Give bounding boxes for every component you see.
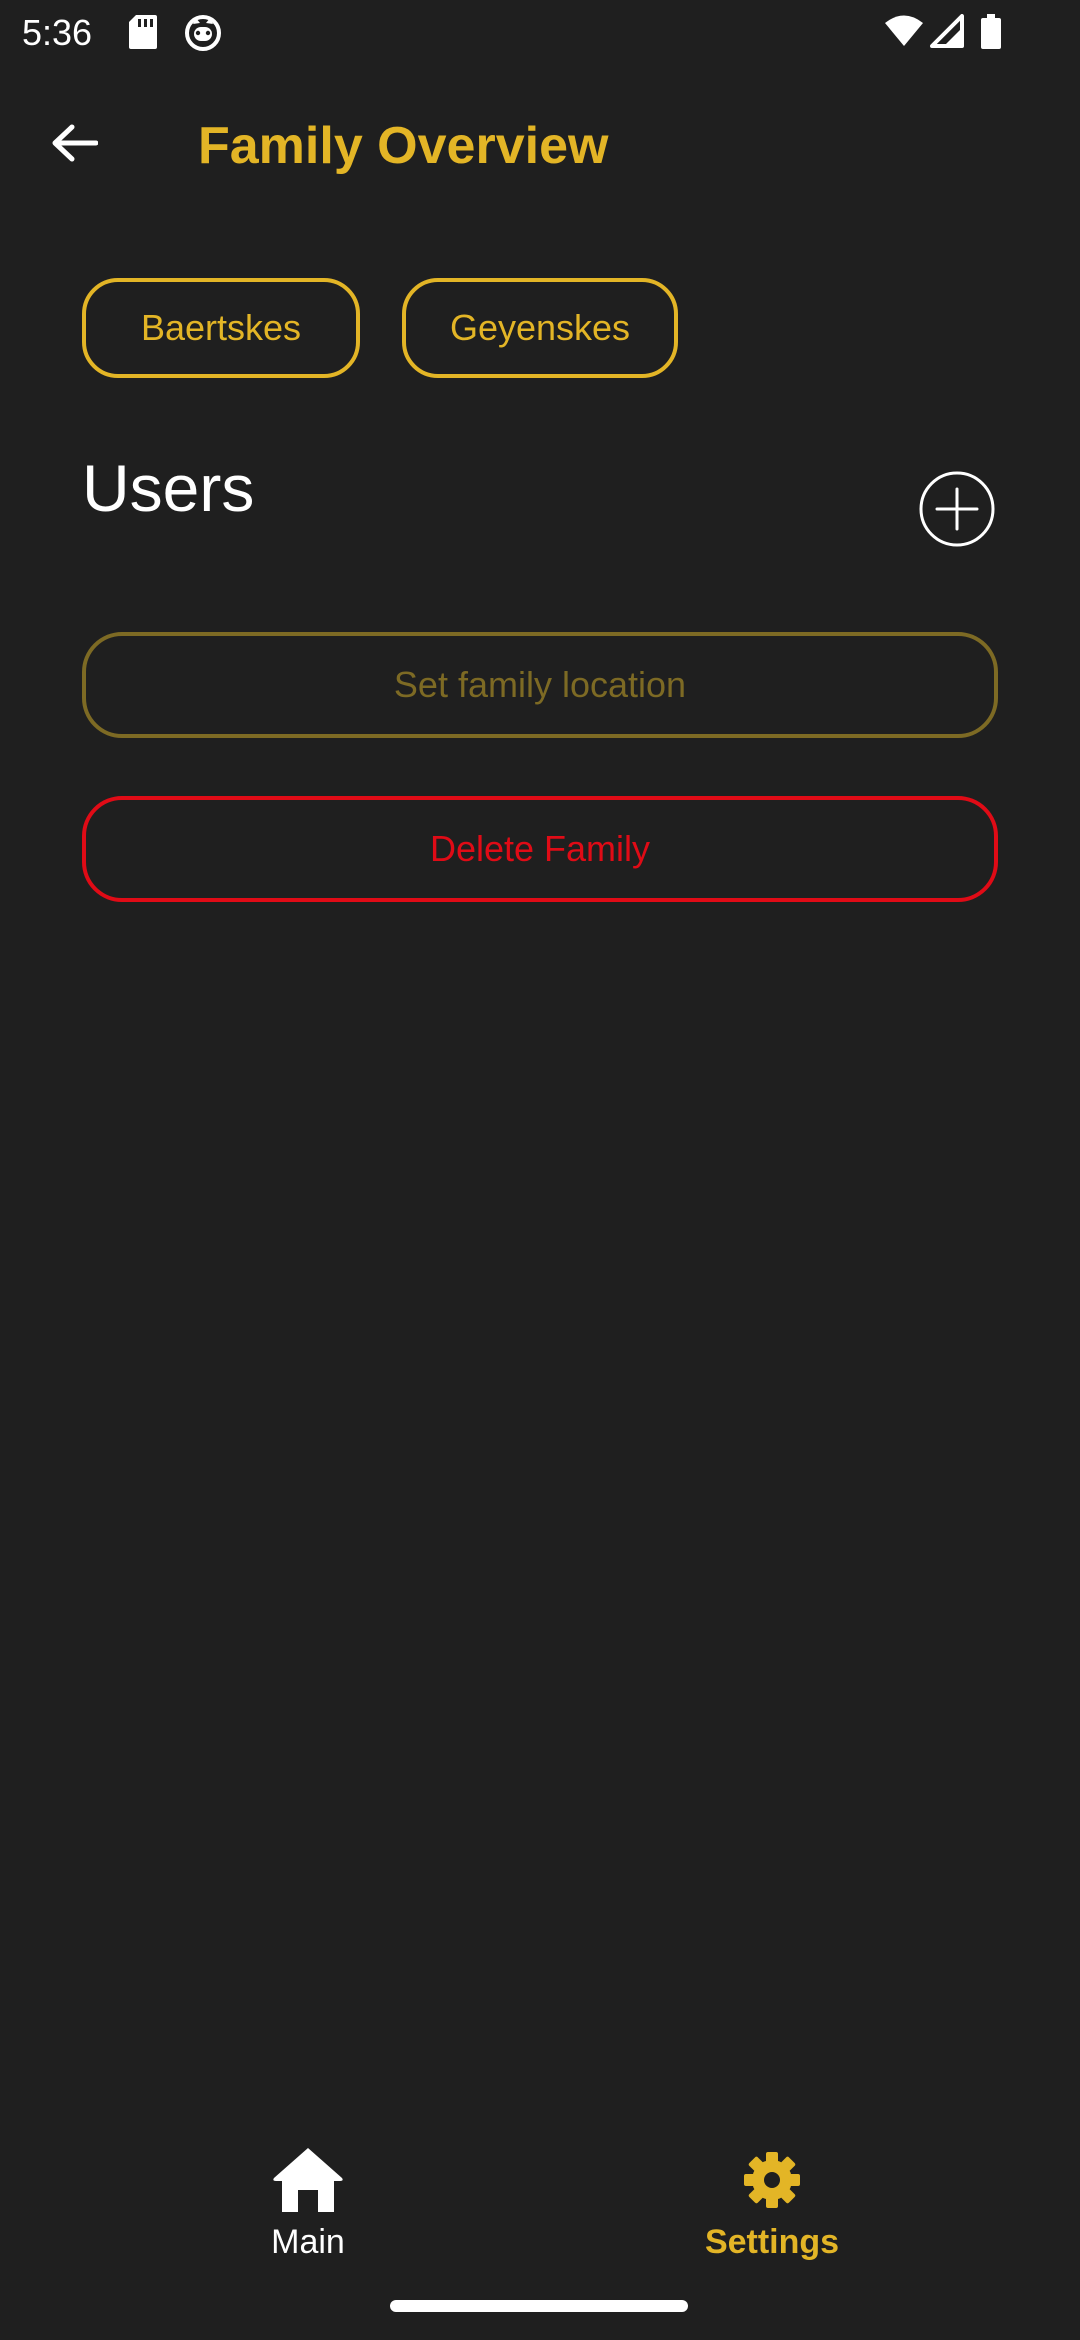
delete-family-button[interactable]: Delete Family bbox=[82, 796, 998, 902]
cell-signal-icon bbox=[930, 14, 964, 53]
nav-label-main: Main bbox=[271, 2223, 345, 2261]
nav-item-main[interactable]: Main bbox=[158, 2140, 458, 2270]
family-chip-baertskes[interactable]: Baertskes bbox=[82, 278, 360, 378]
set-family-location-button[interactable]: Set family location bbox=[82, 632, 998, 738]
status-bar: 5:36 bbox=[0, 0, 1080, 66]
battery-icon bbox=[980, 14, 1002, 55]
sd-card-icon bbox=[128, 14, 158, 55]
family-chip-label: Geyenskes bbox=[449, 307, 631, 348]
app-bar: Family Overview bbox=[0, 90, 1080, 202]
family-chip-geyenskes[interactable]: Geyenskes bbox=[402, 278, 678, 378]
gear-icon bbox=[732, 2140, 812, 2220]
wifi-icon bbox=[884, 14, 924, 53]
users-heading: Users bbox=[82, 451, 255, 525]
add-user-button[interactable] bbox=[918, 470, 996, 548]
nav-label-settings: Settings bbox=[704, 2223, 840, 2261]
page-title: Family Overview bbox=[198, 117, 609, 175]
cat-face-icon bbox=[184, 14, 222, 57]
status-time: 5:36 bbox=[22, 12, 93, 53]
back-button[interactable] bbox=[36, 112, 112, 178]
nav-item-settings[interactable]: Settings bbox=[622, 2140, 922, 2270]
plus-circle-icon bbox=[918, 471, 996, 552]
bottom-navigation: Main Settings bbox=[0, 2130, 1080, 2280]
delete-family-label: Delete Family bbox=[429, 828, 651, 869]
arrow-left-icon bbox=[50, 123, 99, 168]
home-icon bbox=[268, 2140, 348, 2220]
set-family-location-label: Set family location bbox=[393, 664, 687, 705]
gesture-navigation-bar[interactable] bbox=[390, 2300, 688, 2312]
family-chip-label: Baertskes bbox=[140, 307, 302, 348]
